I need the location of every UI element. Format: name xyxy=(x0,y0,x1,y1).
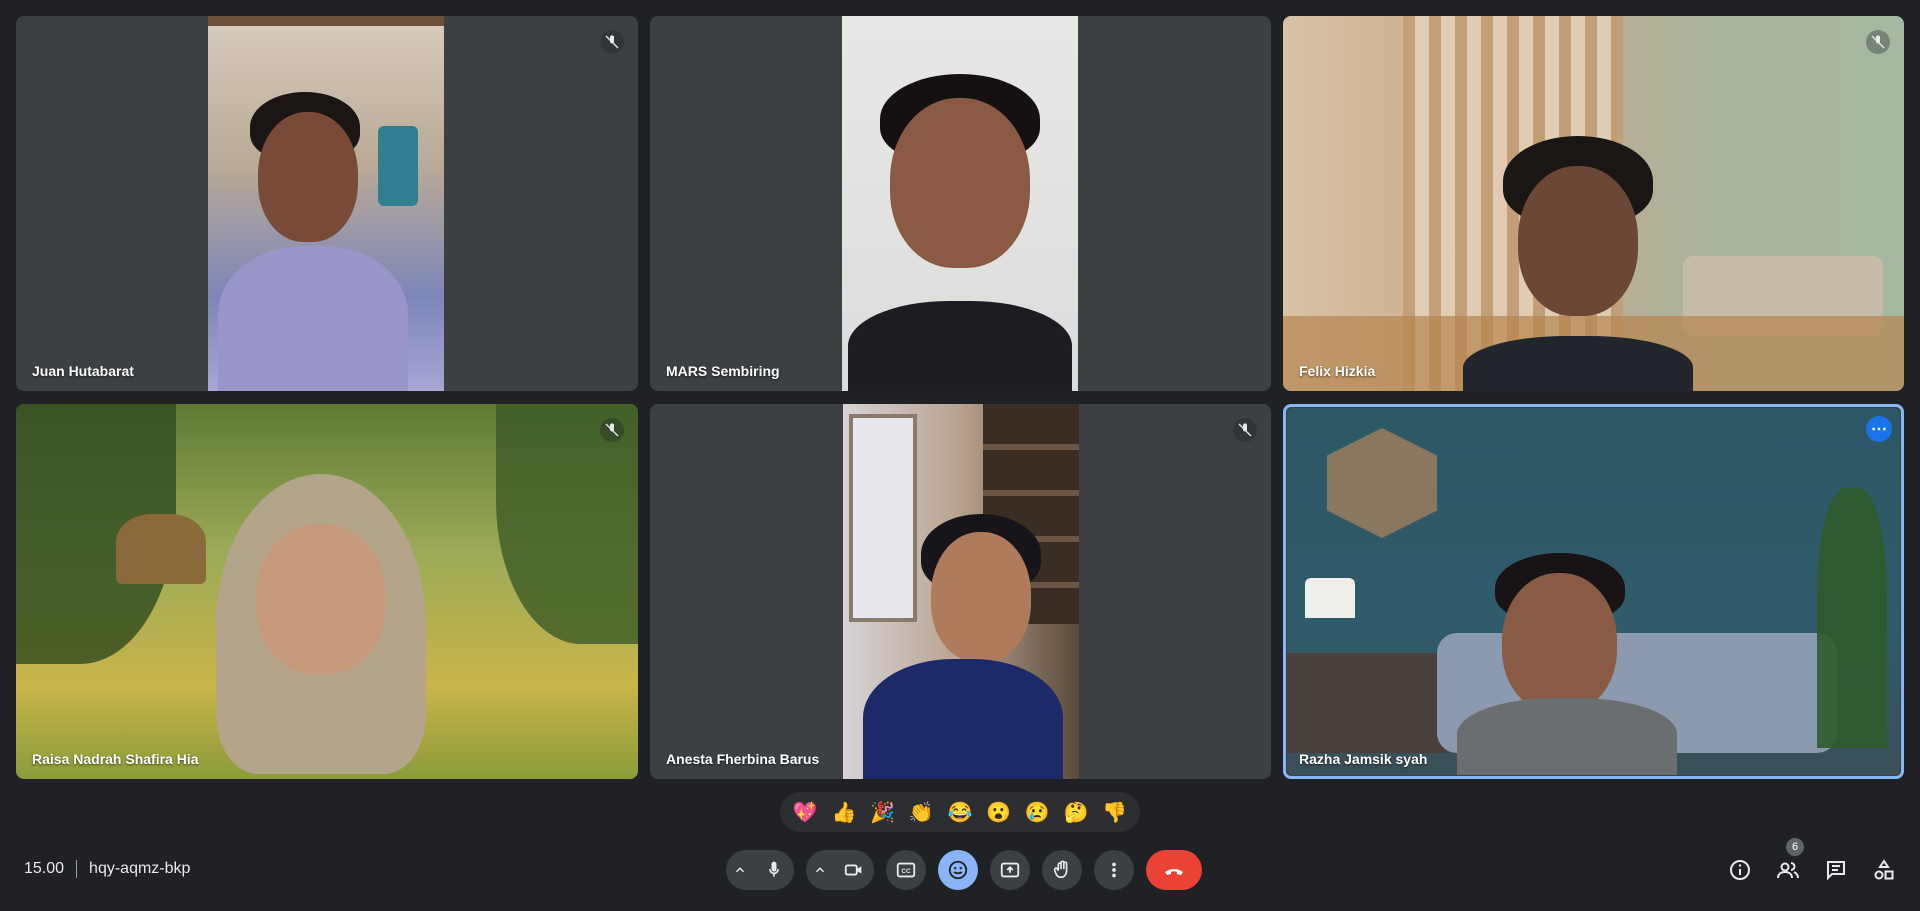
mic-off-icon xyxy=(1866,30,1890,54)
raise-hand-icon xyxy=(1053,860,1068,879)
window-decor xyxy=(849,414,917,622)
person-head xyxy=(1502,573,1617,713)
meeting-info: 15.00 hqy-aqmz-bkp xyxy=(24,860,190,878)
emoji-icon xyxy=(948,860,968,880)
person-body xyxy=(218,246,408,391)
meeting-time: 15.00 xyxy=(24,860,65,877)
participant-name: Felix Hizkia xyxy=(1299,363,1376,379)
present-screen-icon xyxy=(1000,862,1020,878)
person-head xyxy=(931,532,1031,662)
info-icon xyxy=(1730,860,1750,880)
person-head xyxy=(256,524,386,674)
people-icon xyxy=(1777,862,1799,879)
person-body xyxy=(1457,698,1677,775)
lamp-decor xyxy=(1305,578,1355,618)
participant-name: Razha Jamsik syah xyxy=(1299,751,1428,767)
activities-icon xyxy=(1874,859,1894,880)
participant-tile-mars[interactable]: MARS Sembiring xyxy=(650,16,1271,391)
reaction-thumbs-down[interactable]: 👎 xyxy=(1098,795,1132,829)
camera-control-group xyxy=(806,850,874,890)
people-count-badge: 6 xyxy=(1786,838,1804,856)
reaction-surprised[interactable]: 😮 xyxy=(982,795,1016,829)
participant-name: Anesta Fherbina Barus xyxy=(666,751,820,767)
reaction-sparkling-heart[interactable]: 💖 xyxy=(788,795,822,829)
participant-video xyxy=(1283,16,1904,391)
reaction-thinking[interactable]: 🤔 xyxy=(1059,795,1093,829)
mic-off-icon xyxy=(600,30,624,54)
person-body xyxy=(848,301,1072,391)
participant-tile-razha[interactable]: ⋯ Razha Jamsik syah xyxy=(1283,404,1904,779)
more-vert-icon xyxy=(1112,862,1116,878)
participant-tile-felix[interactable]: Felix Hizkia xyxy=(1283,16,1904,391)
chat-icon xyxy=(1827,861,1845,881)
person-head xyxy=(890,98,1030,268)
meeting-details-button[interactable] xyxy=(1720,850,1760,890)
participant-tile-raisa[interactable]: Raisa Nadrah Shafira Hia xyxy=(16,404,638,779)
reaction-laughing[interactable]: 😂 xyxy=(943,795,977,829)
present-screen-button[interactable] xyxy=(990,850,1030,890)
person-head xyxy=(1518,166,1638,316)
raise-hand-button[interactable] xyxy=(1042,850,1082,890)
mic-control-group xyxy=(726,850,794,890)
mic-icon xyxy=(769,861,779,877)
participant-name: Raisa Nadrah Shafira Hia xyxy=(32,751,199,767)
participant-name: Juan Hutabarat xyxy=(32,363,134,379)
mic-button[interactable] xyxy=(754,850,794,890)
end-call-icon xyxy=(1165,869,1183,875)
wall-hanging-decor xyxy=(1327,428,1437,538)
camera-icon xyxy=(844,864,862,876)
emoji-button[interactable] xyxy=(938,850,978,890)
meeting-code[interactable]: hqy-aqmz-bkp xyxy=(89,860,190,878)
captions-icon: CC xyxy=(896,862,916,878)
camera-button[interactable] xyxy=(834,850,874,890)
mic-off-icon xyxy=(1233,418,1257,442)
reaction-clapping[interactable]: 👏 xyxy=(904,795,938,829)
participant-tile-juan[interactable]: Juan Hutabarat xyxy=(16,16,638,391)
end-call-button[interactable] xyxy=(1146,850,1202,890)
side-panel-controls: 6 xyxy=(1712,838,1904,890)
call-controls: CC xyxy=(726,850,1202,890)
more-options-button[interactable] xyxy=(1094,850,1134,890)
plant-decor xyxy=(1817,488,1887,748)
person-body xyxy=(1463,336,1693,391)
divider xyxy=(76,860,78,878)
participant-video xyxy=(1287,408,1900,775)
reaction-bar: 💖 👍 🎉 👏 😂 😮 😢 🤔 👎 xyxy=(780,792,1140,832)
mic-off-icon xyxy=(600,418,624,442)
participant-tile-anesta[interactable]: Anesta Fherbina Barus xyxy=(650,404,1271,779)
chevron-up-icon[interactable] xyxy=(726,850,754,890)
reaction-sad[interactable]: 😢 xyxy=(1020,795,1054,829)
wall-decor xyxy=(378,126,418,206)
chevron-up-icon[interactable] xyxy=(806,850,834,890)
captions-button[interactable]: CC xyxy=(886,850,926,890)
participant-video xyxy=(842,16,1078,391)
participant-video xyxy=(843,404,1079,779)
cottage-decor xyxy=(116,514,206,584)
svg-text:CC: CC xyxy=(901,868,911,875)
activities-button[interactable] xyxy=(1864,850,1904,890)
participant-name: MARS Sembiring xyxy=(666,363,780,379)
shelf-decor xyxy=(208,16,444,26)
participant-video xyxy=(208,16,444,391)
reaction-thumbs-up[interactable]: 👍 xyxy=(827,795,861,829)
person-head xyxy=(258,112,358,242)
chat-button[interactable] xyxy=(1816,850,1856,890)
people-button[interactable]: 6 xyxy=(1768,838,1808,890)
cabinet-decor xyxy=(1287,653,1447,753)
more-options-icon[interactable]: ⋯ xyxy=(1866,416,1892,442)
participant-video xyxy=(16,404,638,779)
reaction-party-popper[interactable]: 🎉 xyxy=(866,795,900,829)
person-body xyxy=(863,659,1063,779)
